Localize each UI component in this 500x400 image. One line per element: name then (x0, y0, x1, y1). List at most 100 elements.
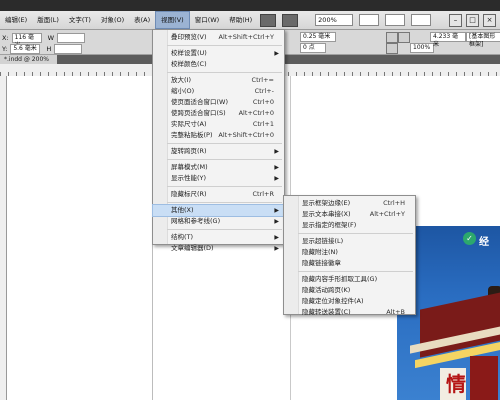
w-label: W (47, 33, 55, 42)
menu-item-label: 显示文本串接(X) (302, 210, 351, 218)
menu-item-label: 屏幕模式(M) (171, 163, 208, 171)
submenu-arrow-icon: ▶ (274, 164, 279, 171)
submenu-arrow-icon: ▶ (274, 245, 279, 252)
pt-field[interactable]: 0 点 (300, 43, 326, 53)
stroke-swatch-icon[interactable] (398, 32, 410, 43)
frame-style-field[interactable]: [基本图形框架] (466, 32, 500, 48)
menu-item-shortcut: Alt+Shift+Ctrl+0 (218, 131, 274, 139)
menu-item-shortcut: Alt+B (386, 308, 405, 316)
minibridge-icon[interactable] (282, 13, 299, 27)
menu-separator (167, 159, 282, 160)
close-icon[interactable]: × (483, 13, 496, 27)
y-field[interactable]: 5.6 毫米 (10, 43, 41, 54)
stroke-weight-field[interactable]: 0.25 毫米 (300, 32, 336, 42)
menu-item-shortcut: Ctrl+R (252, 190, 274, 198)
submenu-arrow-icon: ▶ (274, 234, 279, 241)
calligraphy-text: 情 (446, 372, 466, 396)
menu-edit[interactable]: 编辑(E) (0, 12, 32, 28)
menu-item[interactable]: 隐藏链接徽章 (284, 258, 415, 269)
menu-item[interactable]: 显示框架边缘(E) Ctrl+H (284, 198, 415, 209)
submenu-arrow-icon: ▶ (274, 148, 279, 155)
menu-item[interactable]: 隐藏附注(N) (284, 247, 415, 258)
menu-item[interactable]: 隐藏转送装置(C) Alt+B (284, 307, 415, 318)
menu-item-label: 隐藏内容手形抓取工具(G) (302, 275, 378, 283)
menu-item-shortcut: Ctrl+H (383, 199, 405, 207)
menu-item[interactable]: 叠印预览(V) Alt+Shift+Ctrl+Y (153, 32, 284, 43)
menu-item[interactable]: 网格和参考线(G) ▶ (153, 216, 284, 227)
menu-item[interactable]: 实际尺寸(A) Ctrl+1 (153, 119, 284, 130)
menu-item[interactable]: 校样设置(U) ▶ (153, 48, 284, 59)
menu-item-shortcut: Alt+Ctrl+Y (369, 210, 405, 218)
menu-item[interactable]: 隐藏活动跨页(K) (284, 285, 415, 296)
menu-window[interactable]: 窗口(W) (190, 12, 225, 28)
menu-table[interactable]: 表(A) (129, 12, 155, 28)
menu-item-label: 显示框架边缘(E) (302, 199, 351, 207)
zoom-select[interactable]: 200% (315, 14, 354, 26)
menu-item[interactable]: 旋转跨页(R) ▶ (153, 146, 284, 157)
submenu-arrow-icon: ▶ (274, 207, 279, 214)
menu-item[interactable]: 隐藏定位对象控件(A) (284, 296, 415, 307)
width-mm-field[interactable]: 4.233 毫米 (430, 32, 466, 48)
menu-separator (167, 45, 282, 46)
menu-item[interactable]: 结构(T) ▶ (153, 232, 284, 243)
menu-layout[interactable]: 版面(L) (32, 12, 64, 28)
y-label: Y: (2, 44, 8, 53)
menu-item-label: 旋转跨页(R) (171, 147, 207, 155)
menu-item-label: 显示性能(Y) (171, 174, 207, 182)
submenu-arrow-icon: ▶ (274, 50, 279, 57)
menu-separator (167, 143, 282, 144)
document-tab[interactable]: *.indd @ 200% (0, 55, 57, 64)
menu-item[interactable]: 使页面适合窗口(W) Ctrl+0 (153, 97, 284, 108)
restore-icon[interactable]: □ (466, 13, 479, 27)
minimize-icon[interactable]: – (449, 13, 462, 27)
menu-item-label: 结构(T) (171, 233, 194, 241)
menu-item[interactable]: 隐藏内容手形抓取工具(G) (284, 274, 415, 285)
menu-bar: 编辑(E) 版面(L) 文字(T) 对象(O) 表(A) 视图(V) 窗口(W)… (0, 11, 500, 30)
opacity-field[interactable]: 100% (410, 43, 434, 53)
menu-help[interactable]: 帮助(H) (224, 12, 257, 28)
menu-item[interactable]: 校样颜色(C) (153, 59, 284, 70)
w-field[interactable] (57, 32, 86, 43)
other-submenu: 显示框架边缘(E) Ctrl+H 显示文本串接(X) Alt+Ctrl+Y 显示指定的框… (283, 195, 416, 318)
x-field[interactable]: 116 毫米 (11, 32, 42, 49)
menu-item-label: 校样设置(U) (171, 49, 207, 57)
menu-item[interactable]: 显示文本串接(X) Alt+Ctrl+Y (284, 209, 415, 220)
menu-item[interactable]: 完整粘贴板(P) Alt+Shift+Ctrl+0 (153, 130, 284, 141)
screen-mode-select[interactable] (385, 14, 406, 26)
menu-item[interactable]: 屏幕模式(M) ▶ (153, 162, 284, 173)
menu-separator (167, 229, 282, 230)
menu-item-label: 缩小(O) (171, 87, 195, 95)
fill-swatch-icon[interactable] (386, 32, 398, 43)
menu-item[interactable]: 显示指定的框架(F) (284, 220, 415, 231)
menu-item-shortcut: Ctrl+0 (252, 98, 274, 106)
logo-text: 经 (479, 237, 489, 248)
menu-item-label: 隐藏标尺(R) (171, 190, 207, 198)
menu-view[interactable]: 视图(V) (155, 11, 190, 29)
menu-type[interactable]: 文字(T) (64, 12, 96, 28)
bridge-icon[interactable] (260, 13, 277, 27)
menu-item[interactable]: 缩小(O) Ctrl+- (153, 86, 284, 97)
menu-item[interactable]: 隐藏标尺(R) Ctrl+R (153, 189, 284, 200)
menu-item-label: 显示指定的框架(F) (302, 221, 357, 229)
title-bar (0, 0, 500, 11)
menu-item-label: 隐藏附注(N) (302, 248, 338, 256)
menu-separator (167, 186, 282, 187)
submenu-arrow-icon: ▶ (274, 218, 279, 225)
menu-item[interactable]: 显示性能(Y) ▶ (153, 173, 284, 184)
wrap-icon[interactable] (386, 43, 398, 54)
h-field[interactable] (54, 43, 83, 54)
menu-item[interactable]: 其他(X) ▶ (152, 204, 285, 217)
menu-item-label: 网格和参考线(G) (171, 217, 221, 225)
menu-item[interactable]: 文章编辑器(D) ▶ (153, 243, 284, 254)
vertical-ruler[interactable] (0, 76, 7, 400)
x-label: X: (2, 33, 9, 42)
menu-item-shortcut: Ctrl+- (254, 87, 274, 95)
view-options-select[interactable] (359, 14, 380, 26)
arrange-documents-select[interactable] (411, 14, 432, 26)
menu-item[interactable]: 显示超链接(L) (284, 236, 415, 247)
menu-item-label: 隐藏转送装置(C) (302, 308, 351, 316)
menu-item[interactable]: 使跨页适合窗口(S) Alt+Ctrl+0 (153, 108, 284, 119)
menu-object[interactable]: 对象(O) (96, 12, 129, 28)
menu-item-label: 文章编辑器(D) (171, 244, 214, 252)
menu-item[interactable]: 放大(I) Ctrl+= (153, 75, 284, 86)
